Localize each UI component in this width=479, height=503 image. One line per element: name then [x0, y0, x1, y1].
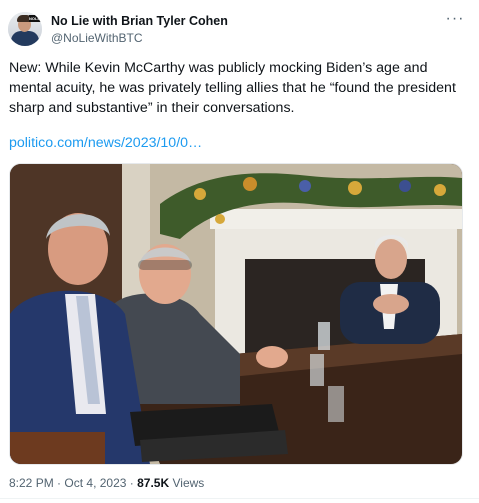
more-options-button[interactable]: ···	[444, 10, 466, 30]
avatar-badge: NOLIE	[29, 15, 42, 22]
tweet-meta: 8:22 PM · Oct 4, 2023 · 87.5K Views	[9, 476, 204, 490]
tweet-photo[interactable]	[9, 163, 463, 465]
tweet-date[interactable]: Oct 4, 2023	[64, 476, 126, 490]
tweet-link[interactable]: politico.com/news/2023/10/0…	[9, 135, 202, 151]
meta-separator: ·	[57, 476, 62, 490]
views-label: Views	[172, 476, 205, 490]
author-handle[interactable]: @NoLieWithBTC	[51, 31, 143, 45]
photo-illustration	[10, 164, 462, 464]
views-count: 87.5K	[137, 476, 170, 490]
divider	[0, 498, 479, 499]
tweet-text: New: While Kevin McCarthy was publicly m…	[9, 60, 456, 116]
author-avatar[interactable]: NOLIE	[8, 12, 42, 46]
tweet-card: NOLIE No Lie with Brian Tyler Cohen @NoL…	[0, 0, 479, 503]
meta-separator: ·	[129, 476, 134, 490]
tweet-time[interactable]: 8:22 PM	[9, 476, 54, 490]
author-name[interactable]: No Lie with Brian Tyler Cohen	[51, 14, 228, 28]
ellipsis-icon: ···	[445, 10, 465, 27]
